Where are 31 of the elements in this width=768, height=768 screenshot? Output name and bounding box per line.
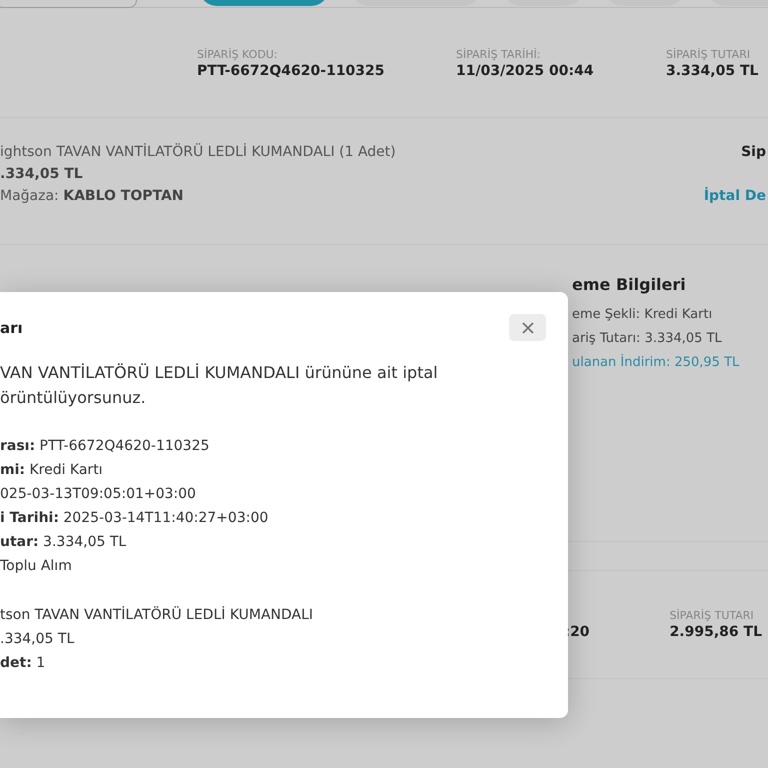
detail-line: rası: PTT-6672Q4620-110325 (0, 437, 210, 456)
intro-text: örüntülüyorsunuz. (0, 388, 147, 407)
item-line: tson TAVAN VANTİLATÖRÜ LEDLİ KUMANDALI (0, 606, 314, 625)
close-icon (522, 322, 534, 334)
field-value: 2.995,86 TL (670, 624, 762, 640)
detail-line: mi: Kredi Kartı (0, 461, 104, 480)
detail-line: i Tarihi: 2025-03-14T11:40:27+03:00 (0, 509, 270, 528)
payment-line: ulanan İndirim: 250,95 TL (572, 355, 740, 370)
field-value: 3.334,05 TL (666, 63, 758, 79)
item-line: .334,05 TL (0, 630, 76, 649)
field-value: PTT-6672Q4620-110325 (197, 63, 386, 79)
field-label: SİPARİŞ TUTARI (666, 48, 752, 61)
field-label: SİPARİŞ TARİHİ: (456, 48, 542, 61)
cancel-link[interactable]: İptal De (704, 188, 766, 204)
product-price: .334,05 TL (0, 166, 84, 182)
product-name: ightson TAVAN VANTİLATÖRÜ LEDLİ KUMANDALI (1 Adet) (0, 144, 396, 160)
field-value: 11/03/2025 00:44 (456, 63, 595, 79)
payment-line: eme Şekli: Kredi Kartı (572, 307, 714, 322)
payment-title: eme Bilgileri (572, 275, 687, 294)
intro-text: VAN VANTİLATÖRÜ LEDLİ KUMANDALI ürününe ait iptal (0, 363, 439, 382)
close-button[interactable] (509, 314, 546, 341)
detail-line: utar: 3.334,05 TL (0, 533, 128, 552)
store-line: Mağaza: KABLO TOPTAN (0, 188, 184, 204)
detail-line: 025-03-13T09:05:01+03:00 (0, 485, 197, 504)
item-line: det: 1 (0, 654, 46, 673)
modal-title: arı (0, 318, 23, 336)
detail-line: Toplu Alım (0, 557, 73, 576)
payment-line: ariş Tutarı: 3.334,05 TL (572, 331, 723, 346)
field-label: SİPARİŞ KODU: (197, 48, 279, 61)
field-label: SİPARİŞ TUTARI (670, 609, 755, 622)
side-label: Sip (741, 144, 766, 160)
